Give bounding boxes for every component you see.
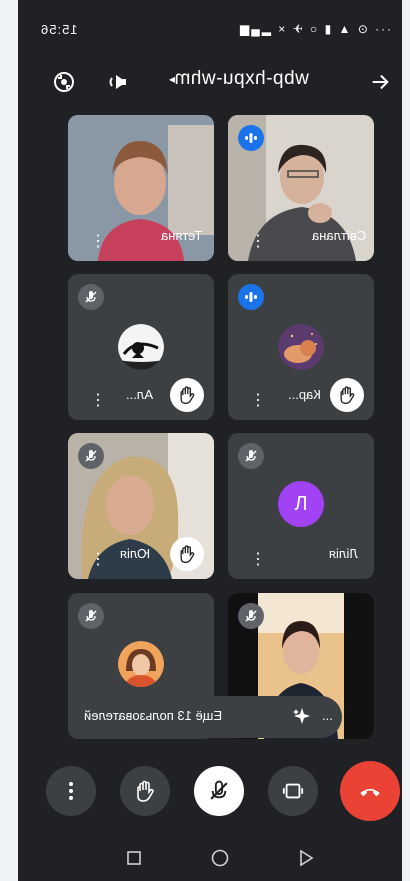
sparkle-icon <box>292 706 312 729</box>
more-participants-tail: ... <box>322 708 333 723</box>
speaking-indicator-icon <box>238 125 264 151</box>
tile-menu-icon[interactable]: ⋮ <box>90 552 106 568</box>
more-participants-pill[interactable]: Ещё 13 пользователей ... <box>76 696 342 738</box>
call-controls <box>18 761 402 822</box>
mic-off-icon <box>78 443 104 469</box>
participant-tile-svitlana[interactable]: ⋮ Світлана <box>228 115 374 261</box>
tile-menu-icon[interactable]: ⋮ <box>250 234 266 250</box>
avatar <box>118 641 164 687</box>
speaking-indicator-icon <box>238 284 264 310</box>
participant-tile-liliia[interactable]: Л ⋮ Лілія <box>228 433 374 579</box>
mic-off-icon <box>238 603 264 629</box>
participant-name: Юлія <box>120 546 151 561</box>
speaker-icon[interactable] <box>104 68 132 96</box>
participant-tile-kar[interactable]: ⋮ Кар... <box>228 274 374 420</box>
screen-share-icon[interactable] <box>268 766 318 816</box>
participant-name: Кар... <box>288 387 321 402</box>
raised-hand-icon <box>170 378 204 412</box>
end-call-icon[interactable] <box>340 761 400 821</box>
more-participants-label: Ещё 13 пользователей <box>84 708 223 723</box>
participant-name: Лілія <box>329 546 358 561</box>
avatar <box>118 324 164 370</box>
mic-off-icon <box>78 603 104 629</box>
mic-off-icon <box>78 284 104 310</box>
raised-hand-icon <box>330 378 364 412</box>
tile-menu-icon[interactable]: ⋮ <box>250 393 266 409</box>
participant-name: Ал... <box>126 387 154 402</box>
home-icon[interactable] <box>208 846 232 870</box>
letter-avatar: Л <box>278 481 324 527</box>
mic-off-icon[interactable] <box>194 766 244 816</box>
system-navbar <box>18 846 402 881</box>
more-options-icon[interactable] <box>46 766 96 816</box>
participant-name: Тетяна <box>160 228 202 243</box>
participant-tile-yuliia[interactable]: ⋮ Юлія <box>68 433 214 579</box>
tile-menu-icon[interactable]: ⋮ <box>250 552 266 568</box>
recent-apps-icon[interactable] <box>122 846 146 870</box>
raise-hand-icon[interactable] <box>120 766 170 816</box>
tile-menu-icon[interactable]: ⋮ <box>90 234 106 250</box>
participant-name: Світлана <box>311 228 366 243</box>
status-icons: ··· ⊙ ▲ ▮ ○ ✈ × ▂▄▆ <box>238 22 392 36</box>
mic-off-icon <box>238 443 264 469</box>
meeting-code[interactable]: wbp-hxpu-whm <box>174 68 309 90</box>
raised-hand-icon <box>170 537 204 571</box>
back-icon[interactable] <box>294 846 318 870</box>
meet-screen: 15:56 ··· ⊙ ▲ ▮ ○ ✈ × ▂▄▆ ▸ wbp-hxpu-whm… <box>18 0 402 881</box>
tile-menu-icon[interactable]: ⋮ <box>90 393 106 409</box>
top-bar: ▸ wbp-hxpu-whm <box>18 60 402 104</box>
status-time: 15:56 <box>40 22 78 37</box>
status-bar: 15:56 ··· ⊙ ▲ ▮ ○ ✈ × ▂▄▆ <box>18 14 402 50</box>
avatar <box>278 324 324 370</box>
back-arrow-icon[interactable] <box>366 68 394 96</box>
participant-tile-tetiana[interactable]: ⋮ Тетяна <box>68 115 214 261</box>
participant-tile-al[interactable]: ⋮ Ал... <box>68 274 214 420</box>
switch-camera-icon[interactable] <box>50 68 78 96</box>
